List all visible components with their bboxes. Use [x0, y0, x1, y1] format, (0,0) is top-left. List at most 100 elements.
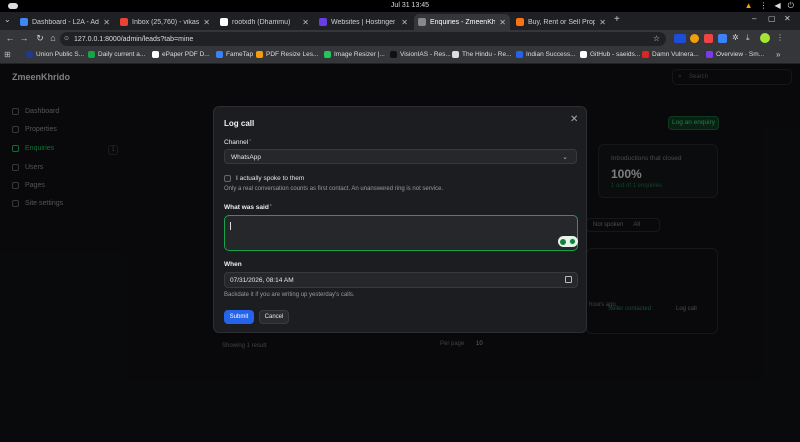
tab-5[interactable]: Buy, Rent or Sell Proper✕: [512, 14, 610, 30]
grammar-logo-icon: [569, 238, 577, 245]
bookmark-item[interactable]: The Hindu - Re...: [452, 51, 512, 58]
tab-close-icon[interactable]: ✕: [103, 18, 110, 27]
bookmark-item[interactable]: FameTap: [216, 51, 253, 58]
url-text: 127.0.0.1:8000/admin/leads?tab=mine: [74, 35, 194, 43]
browser-tab-strip: ⌄ Dashboard - L2A - Admi ✕ Inbox (25,760) …: [0, 12, 800, 30]
network-icon: ⋮: [759, 1, 768, 10]
tab-close-icon[interactable]: ✕: [203, 18, 210, 27]
bookmark-label: Daily current a...: [98, 51, 146, 58]
bookmark-favicon-icon: [642, 51, 649, 58]
tab-favicon-icon: [120, 18, 128, 26]
bookmark-item[interactable]: GitHub - saeids...: [580, 51, 640, 58]
checkbox-hint: Only a real conversation counts as first…: [224, 186, 444, 192]
bookmark-label: Overview · Sm...: [716, 51, 765, 58]
bookmark-item[interactable]: Daily current a...: [88, 51, 145, 58]
tab-0[interactable]: Dashboard - L2A - Admi ✕: [16, 14, 114, 30]
avatar[interactable]: [760, 33, 770, 43]
extension-icon[interactable]: [674, 34, 686, 43]
when-hint: Backdate it if you are writing up yester…: [224, 292, 355, 298]
bookmark-favicon-icon: [26, 51, 33, 58]
home-icon[interactable]: ⌂: [47, 33, 59, 43]
when-datetime-input[interactable]: 07/31/2026, 08:14 AM: [224, 272, 578, 288]
tab-search-icon[interactable]: ⌄: [4, 15, 11, 24]
cancel-button[interactable]: Cancel: [259, 310, 289, 324]
bookmark-item[interactable]: Overview · Sm...: [706, 51, 764, 58]
tab-close-icon[interactable]: ✕: [302, 18, 309, 27]
bookmark-item[interactable]: PDF Resize Les...: [256, 51, 318, 58]
close-window-icon[interactable]: ✕: [784, 14, 791, 23]
log-call-modal: Log call ✕ Channel* WhatsApp ⌄ I actuall…: [213, 106, 587, 333]
tab-favicon-icon: [220, 18, 228, 26]
os-top-bar: Jul 31 13:45 ▲ ⋮ ◀ ⏻: [0, 0, 800, 12]
bookmark-item[interactable]: Damn Vulnera...: [642, 51, 699, 58]
bookmark-label: VisionIAS - Res...: [400, 51, 451, 58]
tab-close-icon[interactable]: ✕: [499, 18, 506, 27]
tab-2[interactable]: rootxdh (Dhammu) ✕: [216, 14, 313, 30]
apps-grid-icon[interactable]: ⊞: [4, 50, 11, 59]
calendar-icon[interactable]: [565, 276, 572, 283]
spoke-checkbox-label[interactable]: I actually spoke to them: [236, 175, 304, 182]
tab-label: Websites | Hostinger: [331, 18, 396, 26]
close-icon[interactable]: ✕: [570, 114, 578, 125]
extension-icon[interactable]: [690, 34, 699, 43]
extensions-puzzle-icon[interactable]: ✲: [732, 33, 739, 42]
system-tray[interactable]: ▲ ⋮ ◀ ⏻: [745, 1, 794, 11]
download-icon[interactable]: ⤓: [746, 33, 750, 43]
bookmark-item[interactable]: VisionIAS - Res...: [390, 51, 451, 58]
spoke-checkbox[interactable]: [224, 175, 231, 182]
tab-favicon-icon: [319, 18, 327, 26]
bookmarks-bar: ⊞ Union Public S... Daily current a... ePa…: [0, 48, 800, 64]
tab-label: Dashboard - L2A - Admi: [32, 18, 100, 26]
bookmark-label: GitHub - saeids...: [590, 51, 641, 58]
forward-icon[interactable]: →: [18, 33, 30, 43]
bookmark-item[interactable]: Indian Success...: [516, 51, 576, 58]
bookmark-label: ePaper PDF D...: [162, 51, 210, 58]
submit-button[interactable]: Submit: [224, 310, 254, 324]
bookmark-favicon-icon: [706, 51, 713, 58]
bookmark-favicon-icon: [516, 51, 523, 58]
minimize-icon[interactable]: –: [752, 14, 756, 23]
channel-label: Channel*: [224, 139, 251, 146]
activities-indicator[interactable]: [8, 3, 18, 9]
bookmark-item[interactable]: Image Resizer |...: [324, 51, 385, 58]
address-bar[interactable]: ⊙ 127.0.0.1:8000/admin/leads?tab=mine ☆: [60, 32, 666, 46]
tab-favicon-icon: [418, 18, 426, 26]
tab-favicon-icon: [516, 18, 524, 26]
tab-4[interactable]: Enquiries - ZmeenKhrido✕: [414, 14, 510, 30]
extension-icon[interactable]: [718, 34, 727, 43]
bookmark-item[interactable]: ePaper PDF D...: [152, 51, 210, 58]
grammar-pin-icon: [559, 238, 566, 245]
bookmark-favicon-icon: [216, 51, 223, 58]
bookmark-label: The Hindu - Re...: [462, 51, 512, 58]
site-info-icon[interactable]: ⊙: [64, 35, 69, 42]
browser-toolbar: ← → ↻ ⌂ ⊙ 127.0.0.1:8000/admin/leads?tab…: [0, 30, 800, 48]
tab-close-icon[interactable]: ✕: [599, 18, 606, 27]
tab-3[interactable]: Websites | Hostinger ✕: [315, 14, 412, 30]
maximize-icon[interactable]: ▢: [768, 14, 776, 23]
more-bookmarks-icon[interactable]: »: [776, 50, 780, 59]
bookmark-favicon-icon: [452, 51, 459, 58]
bookmark-label: Damn Vulnera...: [652, 51, 699, 58]
grammar-assistant-icon[interactable]: [558, 236, 578, 247]
bookmark-label: FameTap: [226, 51, 254, 58]
reload-icon[interactable]: ↻: [34, 33, 46, 44]
tab-label: rootxdh (Dhammu): [232, 18, 291, 26]
channel-select[interactable]: WhatsApp ⌄: [224, 149, 577, 164]
bookmark-item[interactable]: Union Public S...: [26, 51, 84, 58]
back-icon[interactable]: ←: [4, 33, 16, 43]
extension-icon[interactable]: [704, 34, 713, 43]
menu-kebab-icon[interactable]: ⋮: [776, 33, 784, 42]
bookmark-favicon-icon: [152, 51, 159, 58]
new-tab-icon[interactable]: +: [614, 14, 620, 25]
clock[interactable]: Jul 31 13:45: [370, 2, 450, 9]
bookmark-favicon-icon: [580, 51, 587, 58]
tab-close-icon[interactable]: ✕: [401, 18, 408, 27]
bookmark-star-icon[interactable]: ☆: [653, 34, 660, 43]
what-was-said-textarea[interactable]: [224, 215, 578, 251]
required-mark: *: [269, 204, 272, 210]
channel-label-text: Channel: [224, 139, 249, 146]
volume-icon: ◀: [774, 1, 781, 10]
tab-1[interactable]: Inbox (25,760) - vikasdh✕: [116, 14, 214, 30]
tab-favicon-icon: [20, 18, 28, 26]
power-icon: ⏻: [787, 1, 794, 10]
